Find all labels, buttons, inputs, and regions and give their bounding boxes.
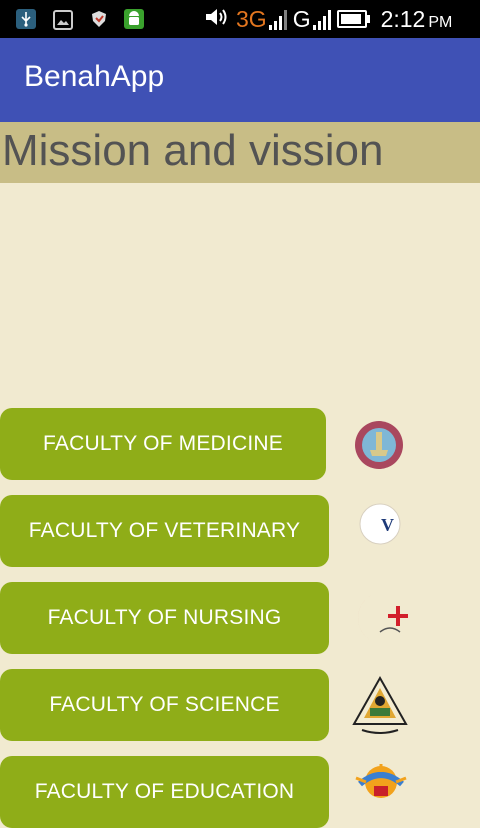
network-type-secondary: G — [292, 5, 311, 32]
clock: 2:12 PM — [380, 5, 453, 32]
status-bar: 3G G 2:12 PM — [0, 0, 480, 38]
faculty-veterinary-button[interactable]: FACULTY OF VETERINARY — [0, 495, 329, 567]
app-bar: BenahApp — [0, 38, 480, 122]
app-title: BenahApp — [24, 60, 165, 93]
faculty-medicine-button[interactable]: FACULTY OF MEDICINE — [0, 408, 326, 480]
faculty-education-button[interactable]: FACULTY OF EDUCATION — [0, 756, 329, 828]
shield-icon — [89, 9, 109, 29]
signal-icon — [268, 8, 287, 30]
veterinary-logo-icon[interactable]: V — [356, 500, 404, 548]
battery-icon — [336, 10, 370, 28]
volume-icon — [204, 6, 230, 33]
image-icon — [53, 10, 73, 30]
network-type-primary: 3G — [236, 5, 267, 32]
nursing-logo-icon[interactable] — [350, 588, 410, 648]
usb-icon — [16, 9, 36, 29]
education-logo-icon[interactable] — [346, 758, 416, 800]
android-icon — [124, 9, 144, 29]
section-heading-band: Mission and vission — [0, 122, 480, 183]
medicine-logo-icon[interactable] — [352, 420, 406, 474]
svg-text:V: V — [381, 515, 394, 535]
signal-icon-secondary — [312, 8, 331, 30]
science-logo-icon[interactable] — [348, 674, 412, 738]
faculty-nursing-button[interactable]: FACULTY OF NURSING — [0, 582, 329, 654]
section-heading: Mission and vission — [2, 126, 384, 175]
faculty-science-button[interactable]: FACULTY OF SCIENCE — [0, 669, 329, 741]
